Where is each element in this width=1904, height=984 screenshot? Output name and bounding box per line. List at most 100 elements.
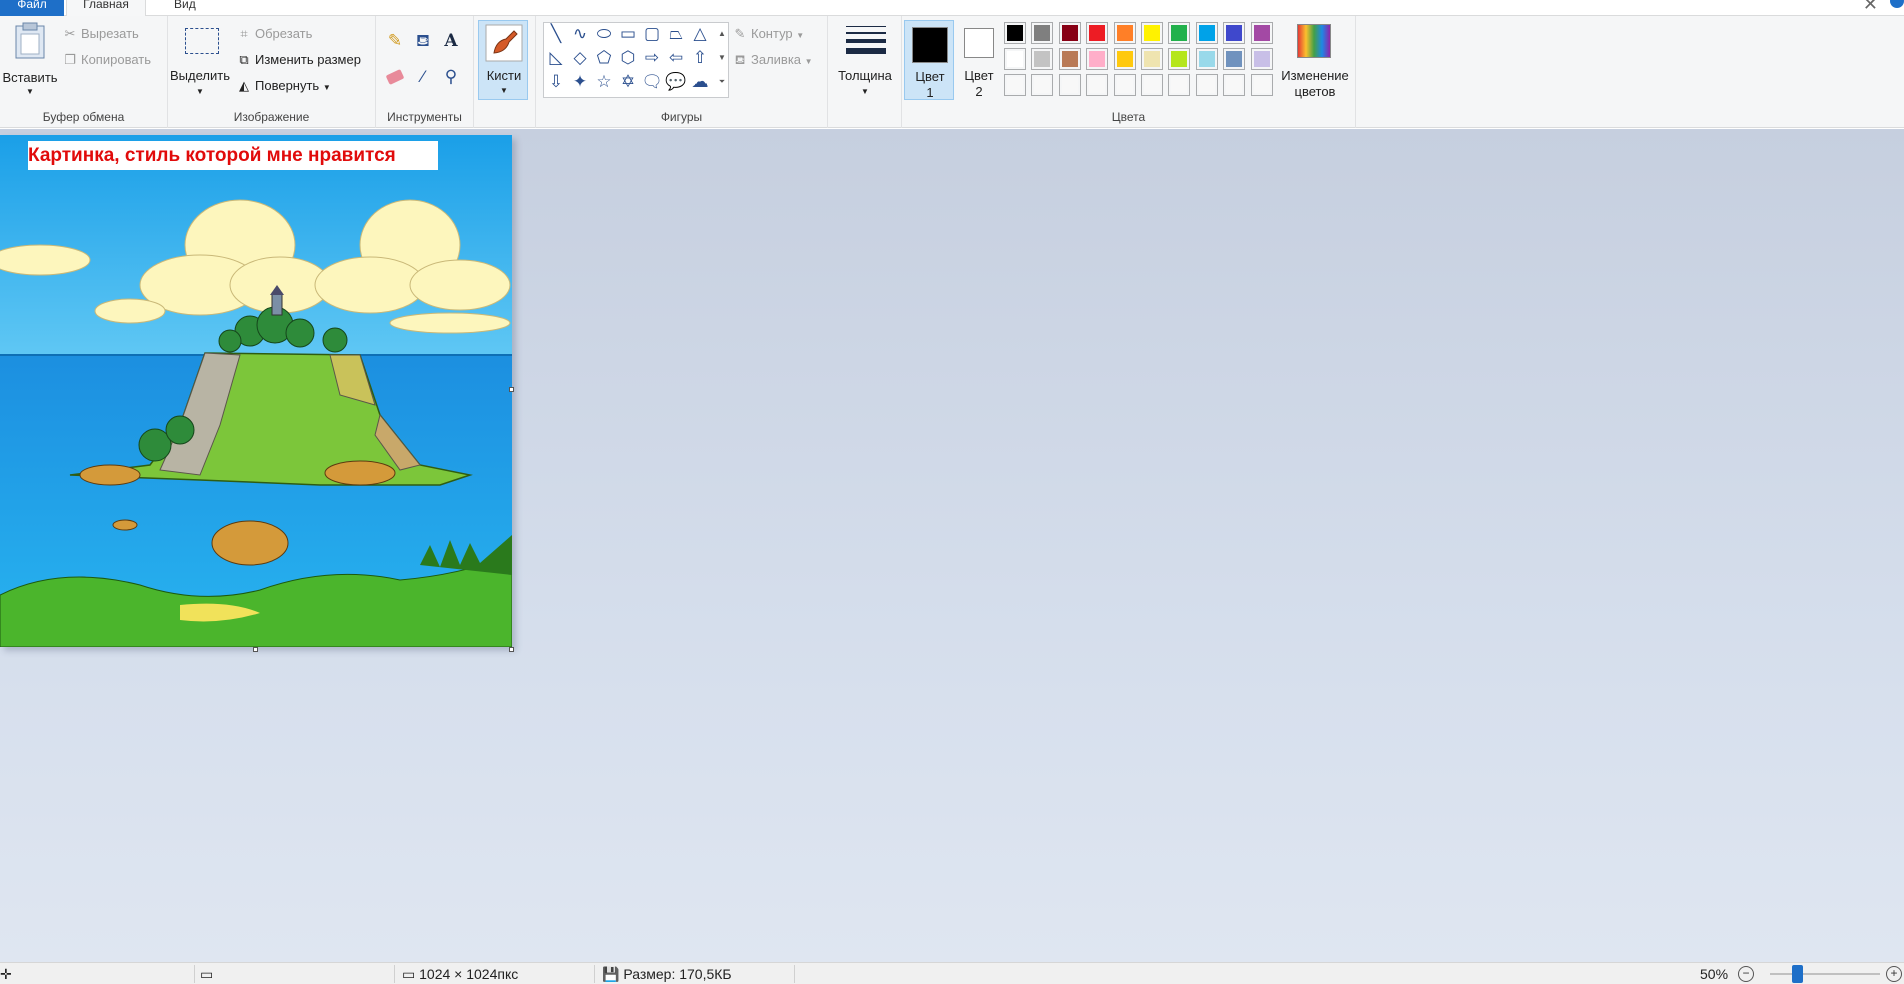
tools-group-label: Инструменты [387, 110, 462, 124]
resize-handle-bottom[interactable] [253, 647, 258, 652]
palette-color-swatch[interactable] [1141, 48, 1163, 70]
resize-button[interactable]: ⧉ Изменить размер [236, 50, 361, 70]
zoom-slider-track[interactable] [1770, 973, 1880, 975]
cursor-position-icon: ✛ [0, 966, 12, 982]
palette-empty-swatch[interactable] [1223, 74, 1246, 96]
help-icon[interactable] [1890, 0, 1904, 8]
oval-callout-shape-icon[interactable]: 💬 [664, 71, 688, 93]
triangle-shape-icon[interactable]: △ [688, 23, 712, 45]
brush-icon [485, 24, 523, 62]
paste-button[interactable]: Вставить ▼ [2, 20, 58, 100]
right-arrow-shape-icon[interactable]: ⇨ [640, 47, 664, 69]
rect-callout-shape-icon[interactable]: 🗨 [640, 71, 664, 93]
magnifier-icon[interactable]: ⚲ [440, 66, 462, 88]
palette-color-swatch[interactable] [1004, 48, 1026, 70]
six-point-star-shape-icon[interactable]: ✡ [616, 71, 640, 93]
outline-button[interactable]: ✎ Контур ▼ [732, 24, 805, 44]
palette-color-swatch[interactable] [1168, 22, 1191, 44]
palette-color-swatch[interactable] [1113, 22, 1136, 44]
select-button[interactable]: Выделить ▼ [170, 22, 230, 102]
canvas-size-icon: ▭ [402, 966, 416, 982]
status-bar: ✛ ▭ ▭ 1024 × 1024пкс 💾 Размер: 170,5КБ 5… [0, 962, 1904, 984]
diamond-shape-icon[interactable]: ◇ [568, 47, 592, 69]
cloud-callout-shape-icon[interactable]: ☁ [688, 71, 712, 93]
eraser-icon[interactable] [384, 66, 406, 88]
edit-colors-button[interactable]: Изменение цветов [1280, 20, 1350, 100]
palette-empty-swatch[interactable] [1250, 74, 1273, 96]
copy-button[interactable]: ❐ Копировать [62, 50, 151, 70]
rotate-button[interactable]: ◭ Повернуть ▼ [236, 76, 331, 96]
palette-empty-swatch[interactable] [1141, 74, 1163, 96]
palette-empty-swatch[interactable] [1058, 74, 1081, 96]
palette-color-swatch[interactable] [1195, 22, 1218, 44]
zoom-slider-thumb[interactable] [1792, 965, 1803, 983]
palette-empty-swatch[interactable] [1168, 74, 1191, 96]
palette-empty-swatch[interactable] [1113, 74, 1136, 96]
palette-color-swatch[interactable] [1195, 48, 1218, 70]
copy-icon: ❐ [64, 52, 76, 67]
palette-empty-swatch[interactable] [1195, 74, 1218, 96]
color1-button[interactable]: Цвет 1 [904, 20, 954, 100]
right-triangle-shape-icon[interactable]: ◺ [544, 47, 568, 69]
zoom-in-icon[interactable]: + [1886, 966, 1902, 982]
resize-handle-corner[interactable] [509, 647, 514, 652]
zoom-out-icon[interactable]: − [1738, 966, 1754, 982]
cut-button[interactable]: ✂ Вырезать [62, 24, 139, 44]
palette-color-swatch[interactable] [1250, 22, 1273, 44]
up-arrow-shape-icon[interactable]: ⇧ [688, 47, 712, 69]
palette-color-swatch[interactable] [1086, 22, 1109, 44]
five-point-star-shape-icon[interactable]: ☆ [592, 71, 616, 93]
size-label: Толщина [838, 68, 892, 83]
down-arrow-shape-icon[interactable]: ⇩ [544, 71, 568, 93]
hexagon-shape-icon[interactable]: ⬡ [616, 47, 640, 69]
palette-empty-swatch[interactable] [1086, 74, 1109, 96]
palette-color-swatch[interactable] [1086, 48, 1109, 70]
palette-color-swatch[interactable] [1168, 48, 1191, 70]
size-button[interactable]: Толщина ▼ [834, 20, 896, 100]
scroll-up-icon[interactable]: ▲ [716, 29, 728, 38]
tab-file[interactable]: Файл [0, 0, 64, 16]
palette-color-swatch[interactable] [1004, 22, 1026, 44]
palette-color-swatch[interactable] [1031, 48, 1054, 70]
color-picker-icon[interactable]: ⁄ [412, 66, 434, 88]
color2-button[interactable]: Цвет 2 [954, 20, 1004, 100]
crop-button[interactable]: ⌗ Обрезать [236, 24, 312, 44]
pencil-icon[interactable]: ✎ [384, 30, 406, 52]
tab-view[interactable]: Вид [160, 0, 210, 16]
close-ribbon-icon[interactable]: ✕ [1863, 0, 1878, 15]
palette-color-swatch[interactable] [1031, 22, 1054, 44]
rectangle-shape-icon[interactable]: ▭ [616, 23, 640, 45]
brushes-button[interactable]: Кисти ▼ [478, 20, 528, 100]
paste-label: Вставить [2, 70, 58, 85]
palette-color-swatch[interactable] [1058, 48, 1081, 70]
dimensions-text: 1024 × 1024пкс [419, 966, 519, 982]
expand-gallery-icon[interactable]: ⏷ [716, 77, 728, 87]
oval-shape-icon[interactable]: ⬭ [592, 23, 616, 45]
palette-color-swatch[interactable] [1223, 48, 1246, 70]
palette-empty-swatch[interactable] [1031, 74, 1054, 96]
resize-icon: ⧉ [239, 52, 249, 67]
palette-color-swatch[interactable] [1250, 48, 1273, 70]
scroll-down-icon[interactable]: ▼ [716, 53, 728, 62]
palette-color-swatch[interactable] [1058, 22, 1081, 44]
pentagon-shape-icon[interactable]: ⬠ [592, 47, 616, 69]
drawing-canvas[interactable]: Картинка, стиль которой мне нравится [0, 135, 512, 647]
palette-color-swatch[interactable] [1113, 48, 1136, 70]
rounded-rectangle-shape-icon[interactable]: ▢ [640, 23, 664, 45]
color-palette [1004, 22, 1278, 100]
palette-color-swatch[interactable] [1141, 22, 1163, 44]
line-shape-icon[interactable]: ╲ [544, 23, 568, 45]
palette-color-swatch[interactable] [1223, 22, 1246, 44]
palette-empty-swatch[interactable] [1004, 74, 1026, 96]
fill-button[interactable]: ⛾ Заливка ▼ [732, 50, 813, 70]
resize-handle-right[interactable] [509, 387, 514, 392]
polygon-shape-icon[interactable]: ⏢ [664, 23, 688, 45]
outline-label: Контур [751, 26, 793, 41]
curve-shape-icon[interactable]: ∿ [568, 23, 592, 45]
fill-bucket-icon[interactable]: ⛾ [412, 30, 434, 52]
image-group: Выделить ▼ ⌗ Обрезать ⧉ Изменить размер ◭ П… [168, 16, 376, 128]
left-arrow-shape-icon[interactable]: ⇦ [664, 47, 688, 69]
tab-home[interactable]: Главная [66, 0, 146, 16]
text-tool-icon[interactable]: A [440, 30, 462, 52]
four-point-star-shape-icon[interactable]: ✦ [568, 71, 592, 93]
